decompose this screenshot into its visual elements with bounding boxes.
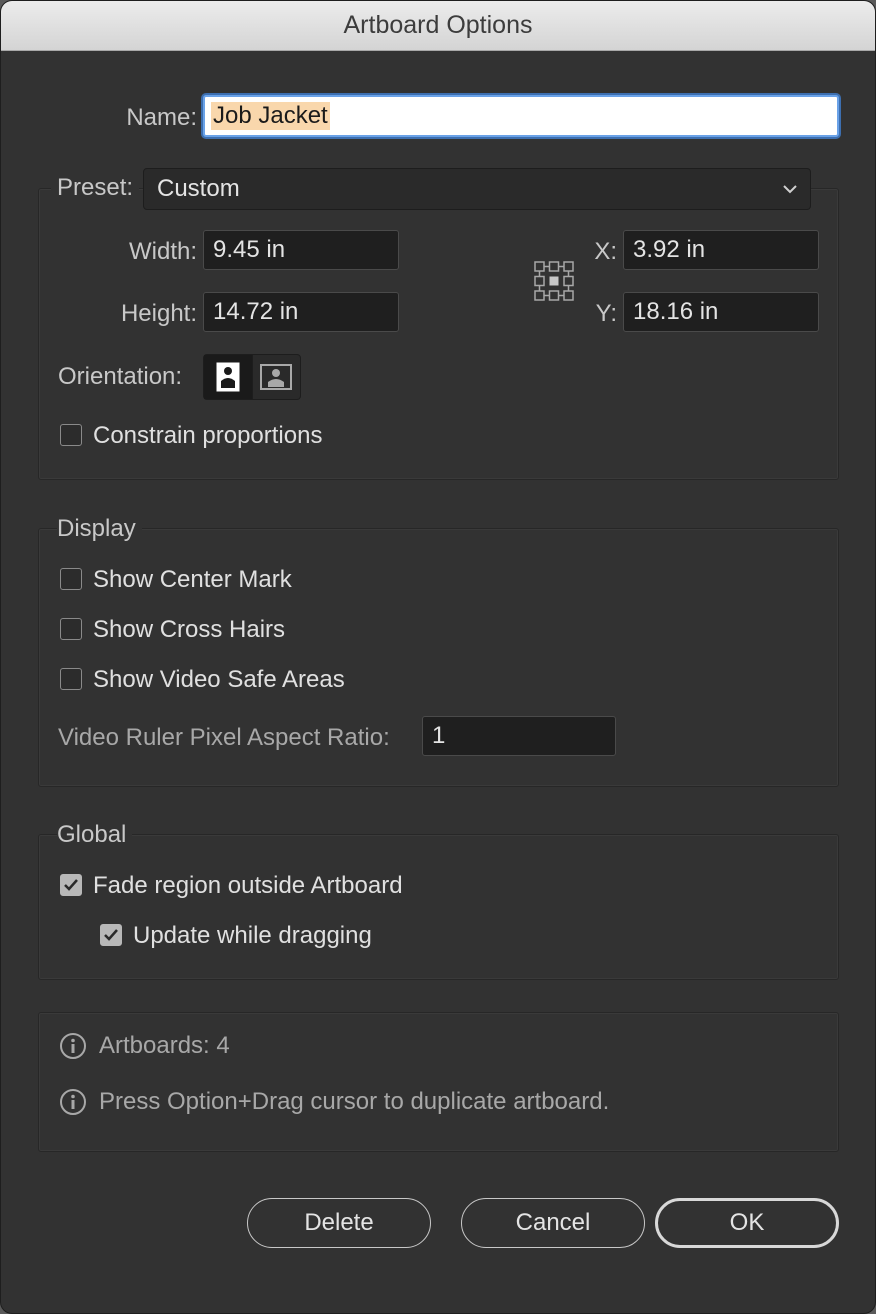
show-cross-hairs-label: Show Cross Hairs [93,616,286,643]
width-input[interactable]: 9.45 in [203,230,399,270]
info-icon [60,1089,86,1115]
show-video-safe-areas-checkbox[interactable] [60,668,82,690]
y-label: Y: [595,300,617,327]
pixel-aspect-ratio-input[interactable]: 1 [422,716,616,756]
fade-region-label: Fade region outside Artboard [93,872,403,899]
info-icon [60,1033,86,1059]
name-input-value: Job Jacket [211,102,330,130]
update-while-dragging-label: Update while dragging [133,922,372,949]
global-group [38,834,839,980]
x-label: X: [594,238,617,265]
orientation-toggle [203,354,301,400]
show-center-mark-checkbox[interactable] [60,568,82,590]
chevron-down-icon [783,185,797,194]
checkmark-icon [104,929,118,941]
artboards-info: Artboards: 4 [59,1032,230,1060]
y-input[interactable]: 18.16 in [623,292,819,332]
portrait-icon [216,362,240,392]
portrait-button[interactable] [204,355,253,399]
pixel-aspect-ratio-label: Video Ruler Pixel Aspect Ratio: [58,724,390,751]
cancel-button[interactable]: Cancel [461,1198,645,1248]
show-video-safe-areas-label: Show Video Safe Areas [93,666,345,693]
constrain-proportions-checkbox[interactable] [60,424,82,446]
ok-button[interactable]: OK [655,1198,839,1248]
global-title: Global [57,821,133,849]
preset-label: Preset: [51,174,140,202]
fade-region-checkbox[interactable] [60,874,82,896]
width-label: Width: [128,238,197,265]
tip-text: Press Option+Drag cursor to duplicate ar… [99,1088,610,1115]
show-center-mark-label: Show Center Mark [93,566,292,593]
update-while-dragging-checkbox[interactable] [100,924,122,946]
x-input[interactable]: 3.92 in [623,230,819,270]
artboards-count-text: Artboards: 4 [99,1032,230,1059]
artboard-options-dialog: Artboard Options Name: Job Jacket Preset… [0,0,876,1314]
height-label: Height: [120,300,197,327]
show-cross-hairs-checkbox[interactable] [60,618,82,640]
constrain-proportions-label: Constrain proportions [93,422,323,449]
name-input[interactable]: Job Jacket [203,95,839,137]
preset-value: Custom [157,175,240,202]
checkmark-icon [64,879,78,891]
reference-point-icon[interactable] [534,261,574,301]
name-label: Name: [126,104,197,131]
tip-info: Press Option+Drag cursor to duplicate ar… [59,1088,609,1116]
delete-button[interactable]: Delete [247,1198,431,1248]
landscape-icon [260,364,293,390]
height-input[interactable]: 14.72 in [203,292,399,332]
preset-dropdown[interactable]: Custom [143,168,811,210]
orientation-label: Orientation: [58,363,183,390]
window-title: Artboard Options [1,1,875,51]
landscape-button[interactable] [253,355,301,399]
display-title: Display [57,515,142,543]
